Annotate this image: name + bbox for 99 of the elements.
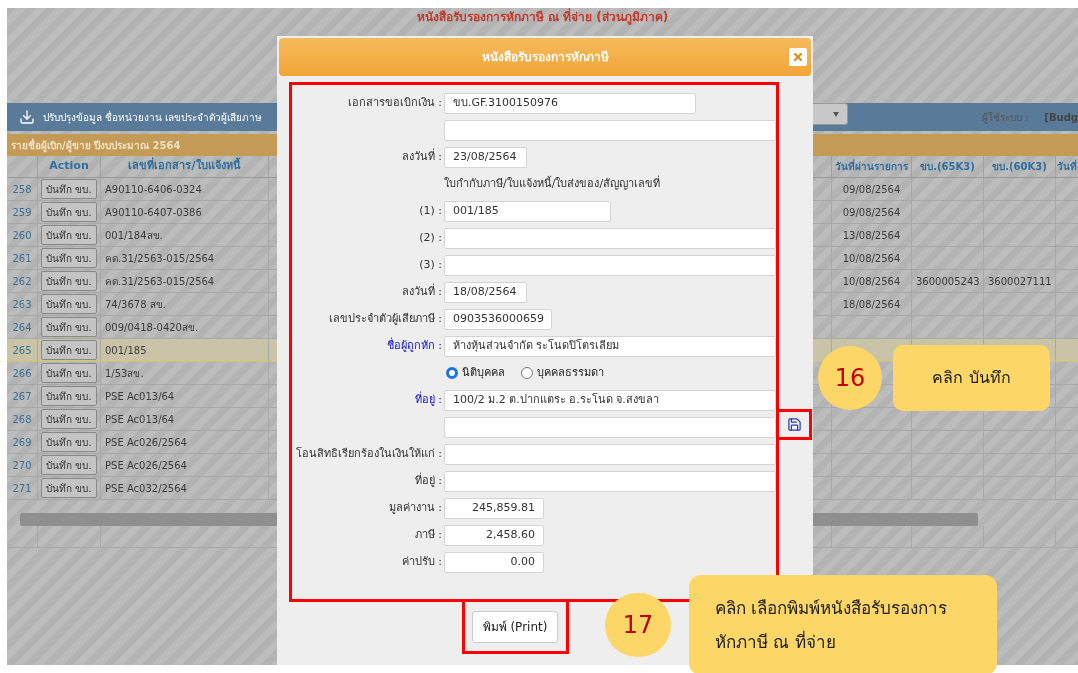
radio-option[interactable]: นิติบุคคล [446, 364, 505, 382]
dialog-title: หนังสือรับรองการหักภาษี [480, 49, 610, 66]
text-input-field[interactable] [444, 227, 776, 249]
field-label: ลงวันที่ : [401, 148, 442, 165]
table-cell-text: คด.31/2563-015/2564 [105, 251, 215, 266]
text-input-field[interactable]: ห้างหุ้นส่วนจำกัด ระโนดปิโตรเลียม [444, 335, 776, 357]
list-title: รายชื่อผู้เบิก/ผู้ขาย ปีงบประมาณ 2564 [10, 137, 181, 153]
table-cell-text: A90110-6407-0386 [105, 205, 202, 220]
table-cell-text: 09/08/2564 [842, 182, 901, 197]
row-number: 269 [12, 435, 32, 450]
field-label: ที่อยู่ : [414, 472, 442, 489]
row-number: 271 [12, 481, 32, 496]
text-input-field[interactable]: 0903536000659 [444, 308, 552, 330]
table-cell-text: 001/184สข. [105, 228, 163, 243]
close-icon [792, 51, 804, 63]
table-cell-text: คด.31/2563-015/2564 [105, 274, 215, 289]
row-number: 260 [12, 228, 32, 243]
user-value: [Budg [1044, 110, 1078, 125]
text-input-field[interactable]: ขบ.GF.3100150976 [444, 92, 696, 114]
table-cell-text: PSE Ac032/2564 [105, 481, 187, 496]
table-cell-text: A90110-6406-0324 [105, 182, 202, 197]
field-label: ภาษี : [414, 526, 442, 543]
row-number: 270 [12, 458, 32, 473]
table-cell-text: 001/185 [105, 343, 147, 358]
row-number: 261 [12, 251, 32, 266]
form-note: ใบกำกับภาษี/ใบแจ้งหนี้/ใบส่งของ/สัญญาเลขที่ [444, 175, 661, 192]
save-record-button[interactable]: บันทึก ขบ. [41, 179, 97, 199]
radio-button[interactable] [521, 367, 533, 379]
field-label: เลขประจำตัวผู้เสียภาษี : [328, 310, 442, 327]
row-number: 258 [12, 182, 32, 197]
table-cell-text: 3600027111 [988, 274, 1052, 289]
save-record-button[interactable]: บันทึก ขบ. [41, 478, 97, 498]
field-label: ลงวันที่ : [401, 283, 442, 300]
text-input-field[interactable] [444, 470, 776, 492]
save-record-button[interactable]: บันทึก ขบ. [41, 202, 97, 222]
radio-button[interactable] [446, 367, 458, 379]
row-number: 267 [12, 389, 32, 404]
save-record-button[interactable]: บันทึก ขบ. [41, 271, 97, 291]
save-record-button[interactable]: บันทึก ขบ. [41, 432, 97, 452]
toolbar-label[interactable]: ปรับปรุงข้อมูล ชื่อหน่วยงาน เลขประจำตัวผู้เสียภาษ [43, 109, 263, 125]
save-record-button[interactable]: บันทึก ขบ. [41, 225, 97, 245]
text-input-field[interactable]: 100/2 ม.2 ต.ปากแตระ อ.ระโนด จ.สงขลา [444, 389, 776, 411]
row-number: 264 [12, 320, 32, 335]
table-cell-text: 3600005243 [916, 274, 980, 289]
field-label: (1) : [419, 202, 442, 219]
row-number: 265 [12, 343, 32, 358]
table-cell-text: 13/08/2564 [842, 228, 901, 243]
text-input-field[interactable] [444, 443, 776, 465]
row-number: 263 [12, 297, 32, 312]
close-button[interactable] [789, 48, 807, 66]
save-record-button[interactable]: บันทึก ขบ. [41, 455, 97, 475]
field-label: (3) : [419, 256, 442, 273]
callout-note: คลิก บันทึก [893, 345, 1050, 411]
save-record-button[interactable]: บันทึก ขบ. [41, 317, 97, 337]
text-input-field[interactable] [444, 119, 776, 141]
row-number: 262 [12, 274, 32, 289]
table-cell-text: 74/3678 สข. [105, 297, 166, 312]
table-cell-text: PSE Ac026/2564 [105, 435, 187, 450]
text-input-field[interactable] [444, 416, 776, 438]
save-record-button[interactable]: บันทึก ขบ. [41, 340, 97, 360]
text-input-field[interactable]: 245,859.81 [444, 497, 544, 519]
save-icon[interactable] [786, 417, 802, 432]
table-cell-text: 09/08/2564 [842, 205, 901, 220]
radio-option[interactable]: บุคคลธรรมดา [521, 364, 604, 382]
print-button[interactable]: พิมพ์ (Print) [471, 610, 559, 643]
field-label: ชื่อผู้ถูกหัก : [386, 337, 442, 354]
field-label: โอนสิทธิเรียกร้องในเงินให้แก่ : [295, 445, 442, 462]
table-cell-text: 18/08/2564 [842, 297, 901, 312]
text-input-field[interactable] [444, 254, 776, 276]
save-record-button[interactable]: บันทึก ขบ. [41, 248, 97, 268]
text-input-field[interactable]: 23/08/2564 [444, 146, 527, 168]
row-number: 268 [12, 412, 32, 427]
row-number: 259 [12, 205, 32, 220]
user-label: ผู้ใช้ระบบ : [981, 110, 1029, 125]
table-cell-text: PSE Ac026/2564 [105, 458, 187, 473]
table-cell-text: 10/08/2564 [842, 251, 901, 266]
table-cell-text: 10/08/2564 [842, 274, 901, 289]
field-label: ที่อยู่ : [414, 391, 442, 408]
table-cell-text: PSE Ac013/64 [105, 412, 175, 427]
text-input-field[interactable]: 0.00 [444, 551, 544, 573]
save-record-button[interactable]: บันทึก ขบ. [41, 386, 97, 406]
field-label: เอกสารขอเบิกเงิน : [347, 94, 442, 111]
save-record-button[interactable]: บันทึก ขบ. [41, 409, 97, 429]
text-input-field[interactable]: 2,458.60 [444, 524, 544, 546]
callout-note: คลิก เลือกพิมพ์หนังสือรับรองการหักภาษี ณ ที่จ่าย [689, 575, 997, 673]
table-cell-text: 009/0418-0420สข. [105, 320, 199, 335]
row-number: 266 [12, 366, 32, 381]
download-icon[interactable] [19, 109, 35, 125]
text-input-field[interactable]: 001/185 [444, 200, 611, 222]
table-cell-text: PSE Ac013/64 [105, 389, 175, 404]
save-record-button[interactable]: บันทึก ขบ. [41, 363, 97, 383]
field-label: มูลค่างาน : [388, 499, 442, 516]
caret-icon [833, 111, 839, 117]
text-input-field[interactable]: 18/08/2564 [444, 281, 527, 303]
save-record-button[interactable]: บันทึก ขบ. [41, 294, 97, 314]
field-label: (2) : [419, 229, 442, 246]
field-label: ค่าปรับ : [401, 553, 442, 570]
page-title: หนังสือรับรองการหักภาษี ณ ที่จ่าย (ส่วนภูมิภาค) [416, 8, 669, 26]
table-cell-text: 1/53สข. [105, 366, 144, 381]
